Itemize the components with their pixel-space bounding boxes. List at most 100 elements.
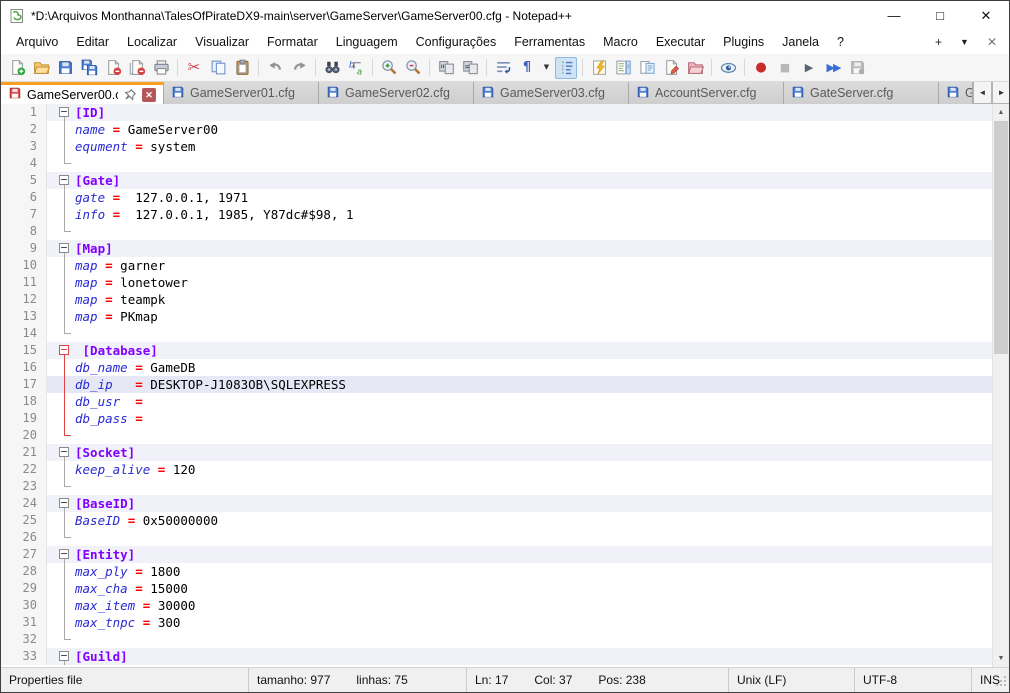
- line-number[interactable]: 11: [1, 274, 47, 291]
- bookmark-margin[interactable]: [47, 631, 57, 648]
- code-text[interactable]: [Database]: [73, 342, 158, 359]
- code-text[interactable]: equment = system: [73, 138, 195, 155]
- menu-linguagem[interactable]: Linguagem: [327, 32, 407, 52]
- monitoring-eye-icon[interactable]: [717, 57, 739, 79]
- code-line[interactable]: 1 [ID]: [1, 104, 992, 121]
- minimize-button[interactable]: —: [871, 1, 917, 30]
- code-line[interactable]: 31max_tnpc = 300: [1, 614, 992, 631]
- code-text[interactable]: map = PKmap: [73, 308, 158, 325]
- code-line[interactable]: 21[Socket]: [1, 444, 992, 461]
- bookmark-margin[interactable]: [47, 427, 57, 444]
- bookmark-margin[interactable]: [47, 461, 57, 478]
- bookmark-margin[interactable]: [47, 223, 57, 240]
- bookmark-margin[interactable]: [47, 597, 57, 614]
- code-line[interactable]: 7info = 127.0.0.1, 1985, Y87dc#$98, 1: [1, 206, 992, 223]
- edit-marker-icon[interactable]: [660, 57, 682, 79]
- code-text[interactable]: db_ip = DESKTOP-J1083OB\SQLEXPRESS: [73, 376, 346, 393]
- fold-toggle[interactable]: [57, 495, 73, 512]
- code-line[interactable]: 3 equment = system: [1, 138, 992, 155]
- line-number[interactable]: 15: [1, 342, 47, 359]
- macro-play-icon[interactable]: ▶: [798, 57, 820, 79]
- code-text[interactable]: max_cha = 15000: [73, 580, 188, 597]
- bookmark-margin[interactable]: [47, 614, 57, 631]
- code-line[interactable]: 14: [1, 325, 992, 342]
- code-line[interactable]: 10 map = garner: [1, 257, 992, 274]
- code-text[interactable]: max_tnpc = 300: [73, 614, 180, 631]
- line-number[interactable]: 9: [1, 240, 47, 257]
- tab-gameserver03-cfg[interactable]: GameServer03.cfg: [474, 82, 629, 104]
- code-text[interactable]: [ID]: [73, 104, 105, 121]
- line-number[interactable]: 28: [1, 563, 47, 580]
- menu-formatar[interactable]: Formatar: [258, 32, 327, 52]
- tab-gameserver00-cfg[interactable]: GameServer00.cfg✕: [1, 82, 164, 104]
- line-number[interactable]: 14: [1, 325, 47, 342]
- bookmark-margin[interactable]: [47, 121, 57, 138]
- code-text[interactable]: keep_alive = 120: [73, 461, 195, 478]
- bookmark-margin[interactable]: [47, 580, 57, 597]
- scroll-down-arrow-icon[interactable]: ▼: [993, 650, 1009, 667]
- bookmark-margin[interactable]: [47, 563, 57, 580]
- code-text[interactable]: max_item = 30000: [73, 597, 195, 614]
- tab-accountserver-cfg[interactable]: AccountServer.cfg: [629, 82, 784, 104]
- line-number[interactable]: 27: [1, 546, 47, 563]
- line-number[interactable]: 5: [1, 172, 47, 189]
- close-all-icon[interactable]: [126, 57, 148, 79]
- code-text[interactable]: map = garner: [73, 257, 165, 274]
- code-text[interactable]: [73, 155, 75, 172]
- fold-toggle[interactable]: [57, 546, 73, 563]
- code-text[interactable]: [Map]: [73, 240, 113, 257]
- close-file-icon[interactable]: [102, 57, 124, 79]
- show-symbol-menu-icon[interactable]: ▼: [540, 57, 553, 79]
- menu-editar[interactable]: Editar: [67, 32, 118, 52]
- tab-g[interactable]: G: [939, 82, 973, 104]
- line-number[interactable]: 13: [1, 308, 47, 325]
- code-line[interactable]: 33[Guild]: [1, 648, 992, 665]
- code-text[interactable]: map = lonetower: [73, 274, 188, 291]
- code-line[interactable]: 8: [1, 223, 992, 240]
- new-file-icon[interactable]: [6, 57, 28, 79]
- code-text[interactable]: BaseID = 0x50000000: [73, 512, 218, 529]
- code-text[interactable]: name = GameServer00: [73, 121, 218, 138]
- menu-help[interactable]: ?: [828, 32, 853, 52]
- line-number[interactable]: 2: [1, 121, 47, 138]
- line-number[interactable]: 29: [1, 580, 47, 597]
- bookmark-margin[interactable]: [47, 257, 57, 274]
- bookmark-margin[interactable]: [47, 274, 57, 291]
- line-number[interactable]: 10: [1, 257, 47, 274]
- code-line[interactable]: 19db_pass =: [1, 410, 992, 427]
- fold-toggle[interactable]: [57, 342, 73, 359]
- bookmark-margin[interactable]: [47, 393, 57, 410]
- code-line[interactable]: 4: [1, 155, 992, 172]
- menu-localizar[interactable]: Localizar: [118, 32, 186, 52]
- line-number[interactable]: 3: [1, 138, 47, 155]
- bookmark-margin[interactable]: [47, 104, 57, 121]
- code-line[interactable]: 28max_ply = 1800: [1, 563, 992, 580]
- print-icon[interactable]: [150, 57, 172, 79]
- line-number[interactable]: 1: [1, 104, 47, 121]
- document-list-icon[interactable]: [636, 57, 658, 79]
- bookmark-margin[interactable]: [47, 478, 57, 495]
- line-number[interactable]: 8: [1, 223, 47, 240]
- cut-icon[interactable]: ✂: [183, 57, 205, 79]
- tab-scroll-right-button[interactable]: ►: [992, 82, 1010, 104]
- tab-close-button[interactable]: ✕: [142, 88, 156, 102]
- bookmark-margin[interactable]: [47, 240, 57, 257]
- bookmark-margin[interactable]: [47, 376, 57, 393]
- line-number[interactable]: 21: [1, 444, 47, 461]
- fold-toggle[interactable]: [57, 172, 73, 189]
- resize-grip[interactable]: [995, 675, 1007, 690]
- code-text[interactable]: [Entity]: [73, 546, 135, 563]
- code-text[interactable]: info = 127.0.0.1, 1985, Y87dc#$98, 1: [73, 206, 353, 223]
- scrollbar-track[interactable]: [993, 121, 1009, 650]
- bookmark-margin[interactable]: [47, 206, 57, 223]
- code-text[interactable]: [73, 223, 75, 240]
- code-text[interactable]: map = teampk: [73, 291, 165, 308]
- line-number[interactable]: 12: [1, 291, 47, 308]
- folder-as-workspace-icon[interactable]: [684, 57, 706, 79]
- undo-icon[interactable]: [264, 57, 286, 79]
- line-number[interactable]: 32: [1, 631, 47, 648]
- line-number[interactable]: 25: [1, 512, 47, 529]
- code-line[interactable]: 9 [Map]: [1, 240, 992, 257]
- bookmark-margin[interactable]: [47, 410, 57, 427]
- bookmark-margin[interactable]: [47, 444, 57, 461]
